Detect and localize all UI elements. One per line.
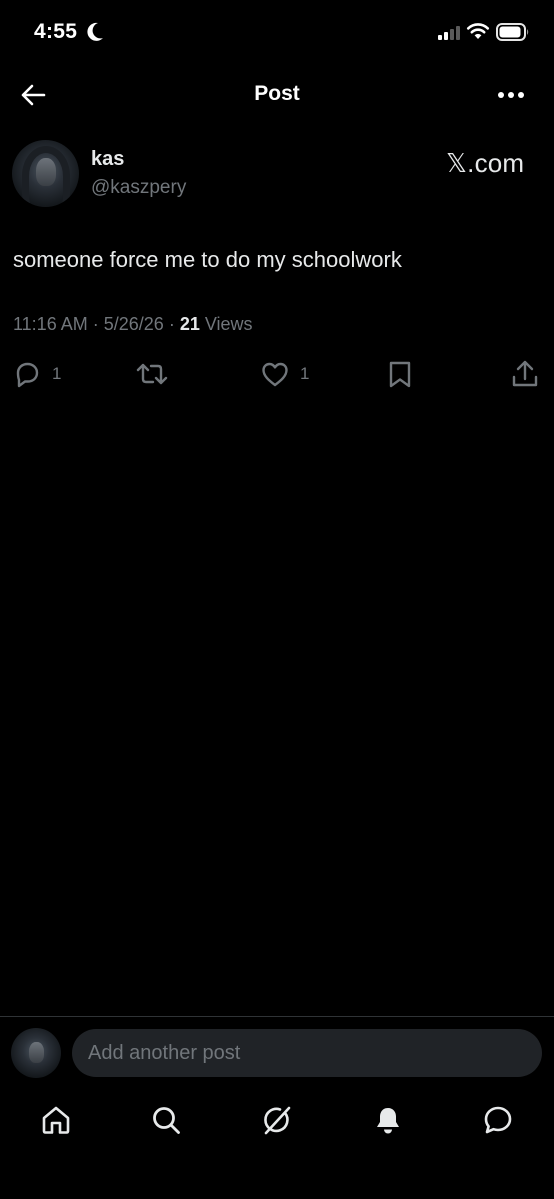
share-button[interactable] [510,358,540,390]
tab-messages[interactable] [480,1102,516,1138]
post-actions: 1 1 [0,358,554,392]
cellular-signal-icon [438,25,460,40]
reply-button[interactable]: 1 [12,358,61,390]
tab-home[interactable] [38,1102,74,1138]
more-horizontal-icon[interactable] [496,90,526,100]
search-icon [153,1107,180,1134]
bottom-tab-bar [0,1096,554,1146]
post-text: someone force me to do my schoolwork [13,247,402,272]
author-handle[interactable]: @kaszpery [91,177,186,199]
bookmark-icon [389,361,411,388]
meta-separator: · [92,314,104,334]
bookmark-button[interactable] [386,358,414,390]
reply-icon [16,362,39,388]
author-avatar[interactable] [12,140,79,207]
messages-icon [484,1106,512,1134]
reply-count: 1 [52,364,62,383]
notifications-icon [377,1108,399,1134]
battery-icon [496,23,529,41]
views-count[interactable]: 21 [180,314,200,334]
status-bar: 4:55 [0,0,554,64]
page-title: Post [254,82,300,105]
reply-composer-input[interactable] [72,1029,542,1077]
like-button[interactable]: 1 [260,358,309,390]
repost-button[interactable] [135,358,179,390]
meta-separator: · [168,314,180,334]
grok-icon [264,1106,291,1135]
tab-search[interactable] [148,1102,184,1138]
moon-icon [87,22,103,41]
home-icon [42,1106,70,1134]
composer-divider [0,1016,554,1017]
x-com-watermark: 𝕏.com [446,148,525,178]
post-time: 11:16 AM [13,314,88,334]
views-label[interactable]: Views [205,314,253,334]
post-date: 5/26/26 [103,314,164,334]
wifi-icon [466,23,490,39]
heart-icon [262,362,288,387]
author-display-name[interactable]: kas [91,148,124,171]
status-time: 4:55 [34,20,78,43]
post-meta: 11:16 AM · 5/26/26 · 21 Views [13,314,253,335]
tab-grok[interactable] [259,1102,295,1138]
composer-avatar [11,1028,61,1078]
repost-icon [136,363,168,385]
share-icon [512,360,538,387]
post-header: Post [0,64,554,124]
like-count: 1 [300,364,310,383]
tab-notifications[interactable] [370,1102,406,1138]
